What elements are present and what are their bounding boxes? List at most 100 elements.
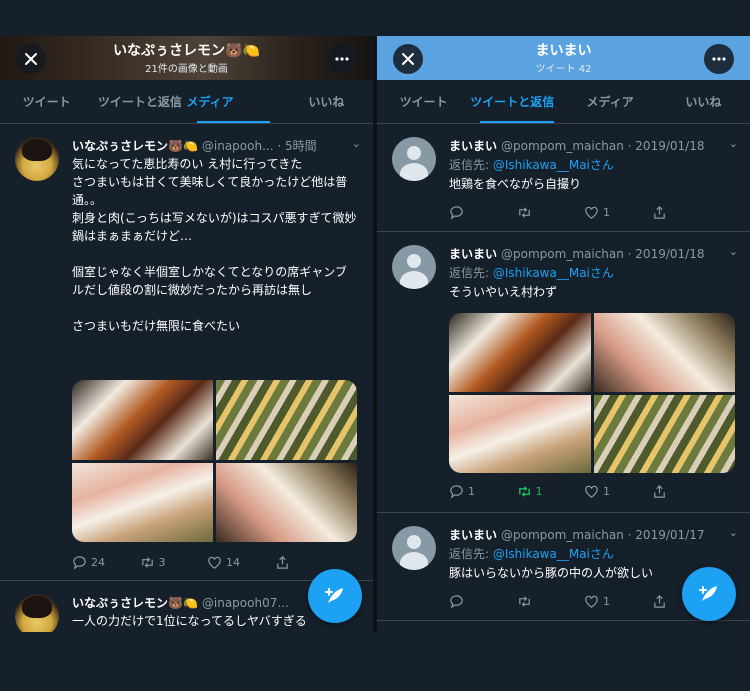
retweet-button[interactable]	[517, 205, 585, 220]
reply-prefix: 返信先:	[449, 547, 493, 561]
tweet-meta: まいまい @pompom_maichan · 2019/01/18	[449, 137, 724, 154]
media-photo[interactable]	[593, 394, 735, 473]
media-photo[interactable]	[449, 394, 591, 473]
tweet-handle-time: @pompom_maichan · 2019/01/18	[501, 139, 705, 153]
tweet-handle-time: @inapooh07...	[201, 596, 289, 610]
heart-icon	[585, 206, 598, 219]
tab-likes[interactable]: いいね	[280, 80, 373, 123]
like-count: 1	[603, 206, 610, 219]
share-button[interactable]	[275, 555, 343, 570]
tweet-actions: 1	[449, 594, 719, 609]
share-button[interactable]	[652, 484, 720, 499]
profile-tabs: ツイート ツイートと返信 メディア いいね	[0, 80, 373, 124]
avatar[interactable]	[392, 526, 436, 570]
tab-tweets[interactable]: ツイート	[377, 80, 470, 123]
avatar[interactable]	[15, 594, 59, 632]
chevron-down-icon[interactable]: ⌄	[729, 245, 738, 258]
retweet-button[interactable]	[517, 594, 585, 609]
share-icon	[276, 556, 288, 569]
tweet-media-grid[interactable]	[449, 313, 735, 473]
tweet-handle-time: @pompom_maichan · 2019/01/17	[501, 528, 705, 542]
tweet-meta: まいまい @pompom_maichan · 2019/01/17	[449, 526, 724, 543]
reply-button[interactable]	[449, 205, 517, 220]
tweet-text: 地鶏を食べながら自撮り	[449, 177, 582, 191]
tab-tweets-replies[interactable]: ツイートと返信	[93, 80, 186, 123]
profile-tabs: ツイート ツイートと返信 メディア いいね	[377, 80, 750, 124]
tweet[interactable]: いなぷぅさレモン🐻🍋 @inapooh... · 5時間 ⌄ 気になってた恵比寿の…	[0, 125, 373, 581]
profile-subtitle: 21件の画像と動画	[145, 64, 228, 75]
like-button[interactable]: 1	[584, 205, 652, 220]
retweet-button[interactable]: 3	[140, 555, 208, 570]
tweet-actions: 1 1 1	[449, 484, 719, 499]
profile-subtitle: ツイート 42	[535, 64, 592, 75]
heart-icon	[208, 556, 221, 569]
media-photo[interactable]	[216, 462, 357, 542]
profile-name: いなぷぅさレモン🐻🍋	[113, 43, 260, 59]
tweet-text: そういやいえ村わず	[449, 285, 558, 299]
tab-likes[interactable]: いいね	[657, 80, 750, 123]
heart-icon	[585, 595, 598, 608]
tab-tweets-replies[interactable]: ツイートと返信	[470, 80, 563, 123]
reply-icon	[450, 485, 463, 499]
reply-button[interactable]: 1	[449, 484, 517, 499]
tweet-handle-time: @pompom_maichan · 2019/01/18	[501, 247, 705, 261]
compose-tweet-button[interactable]	[682, 567, 736, 621]
retweet-count: 1	[535, 485, 543, 498]
avatar[interactable]	[392, 137, 436, 181]
reply-to-handle[interactable]: @Ishikawa__Maiさん	[493, 547, 614, 561]
retweet-count: 3	[158, 556, 166, 569]
chevron-down-icon[interactable]: ⌄	[729, 137, 738, 150]
reply-button[interactable]: 24	[72, 555, 140, 570]
more-button[interactable]	[704, 44, 734, 74]
tweet-author: まいまい	[449, 247, 498, 261]
reply-prefix: 返信先:	[449, 158, 493, 172]
reply-icon	[450, 595, 463, 609]
tab-tweets[interactable]: ツイート	[0, 80, 93, 123]
retweet-button[interactable]: 1	[517, 484, 585, 499]
reply-to-handle[interactable]: @Ishikawa__Maiさん	[493, 158, 614, 172]
avatar[interactable]	[392, 245, 436, 289]
tweet-text: 気になってた恵比寿のい え村に行ってきた さつまいもは甘くて美味しくて良かったけ…	[72, 157, 357, 333]
media-photo[interactable]	[72, 462, 213, 542]
retweet-icon	[518, 207, 530, 218]
tab-media[interactable]: メディア	[187, 80, 280, 123]
like-button[interactable]: 1	[584, 484, 652, 499]
compose-tweet-button[interactable]	[308, 569, 362, 623]
reply-to-line: 返信先: @Ishikawa__Maiさん	[449, 545, 614, 562]
reply-button[interactable]	[449, 594, 517, 609]
screenshot-composite: いなぷぅさレモン🐻🍋 21件の画像と動画 ツイート ツイートと返信 メディア い…	[0, 0, 750, 691]
avatar[interactable]	[15, 137, 59, 181]
like-count: 1	[603, 485, 610, 498]
media-photo[interactable]	[216, 380, 357, 460]
reply-prefix: 返信先:	[449, 266, 493, 280]
profile-title: いなぷぅさレモン🐻🍋 21件の画像と動画	[0, 40, 373, 75]
reply-to-line: 返信先: @Ishikawa__Maiさん	[449, 264, 614, 281]
share-icon	[653, 206, 665, 219]
chevron-down-icon[interactable]: ⌄	[352, 137, 361, 150]
like-count: 1	[603, 595, 610, 608]
tweet-meta: いなぷぅさレモン🐻🍋 @inapooh07...	[72, 594, 347, 611]
media-photo[interactable]	[593, 313, 735, 392]
like-button[interactable]: 14	[207, 555, 275, 570]
reply-to-handle[interactable]: @Ishikawa__Maiさん	[493, 266, 614, 280]
media-photo[interactable]	[72, 380, 213, 460]
reply-to-line: 返信先: @Ishikawa__Maiさん	[449, 156, 614, 173]
retweet-icon	[518, 486, 530, 497]
like-button[interactable]: 1	[584, 594, 652, 609]
retweet-icon	[518, 596, 530, 607]
reply-count: 1	[468, 485, 475, 498]
tweet-author: いなぷぅさレモン🐻🍋	[72, 139, 198, 153]
tab-media[interactable]: メディア	[564, 80, 657, 123]
tweet-meta: まいまい @pompom_maichan · 2019/01/18	[449, 245, 724, 262]
media-photo[interactable]	[449, 313, 591, 392]
tweet[interactable]: まいまい @pompom_maichan · 2019/01/18 ⌄ 返信先: …	[377, 125, 750, 232]
tweet-text: 一人の力だけで1位になってるしヤバすぎる	[72, 614, 307, 628]
tweet-author: いなぷぅさレモン🐻🍋	[72, 596, 198, 610]
share-button[interactable]	[652, 205, 720, 220]
compose-feather-icon	[699, 586, 717, 601]
tweet[interactable]: まいまい @pompom_maichan · 2019/01/18 ⌄ 返信先: …	[377, 233, 750, 513]
tweet-media-grid[interactable]	[72, 380, 357, 542]
more-button[interactable]	[327, 44, 357, 74]
like-count: 14	[226, 556, 240, 569]
chevron-down-icon[interactable]: ⌄	[729, 526, 738, 539]
